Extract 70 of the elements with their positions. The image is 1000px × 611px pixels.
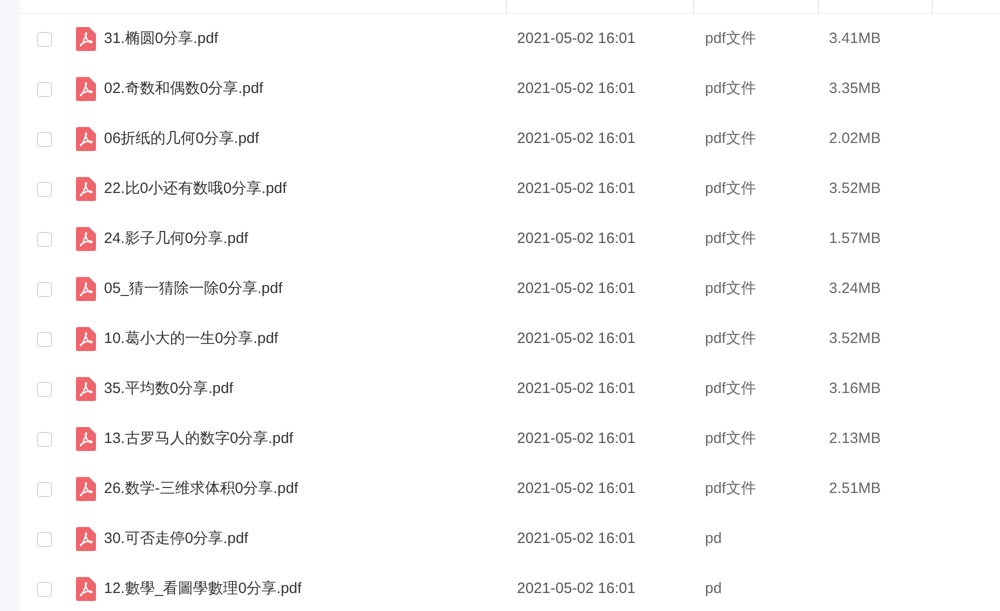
pdf-file-icon xyxy=(76,277,96,301)
modified-date: 2021-05-02 16:01 xyxy=(517,230,636,247)
file-type: pdf文件 xyxy=(705,130,756,147)
pdf-file-icon xyxy=(76,77,96,101)
pdf-file-icon xyxy=(76,377,96,401)
row-checkbox[interactable] xyxy=(36,582,52,596)
modified-date: 2021-05-02 16:01 xyxy=(517,30,636,47)
file-size: 2.51MB xyxy=(829,480,881,497)
file-name[interactable]: 26.数学-三维求体积0分享.pdf xyxy=(104,480,298,497)
row-checkbox[interactable] xyxy=(36,382,52,396)
file-name[interactable]: 05_猜一猜除一除0分享.pdf xyxy=(104,280,282,297)
file-type: pdf文件 xyxy=(705,430,756,447)
file-type: pdf文件 xyxy=(705,280,756,297)
pdf-file-icon xyxy=(76,577,96,601)
modified-date: 2021-05-02 16:01 xyxy=(517,430,636,447)
file-name[interactable]: 24.影子几何0分享.pdf xyxy=(104,230,248,247)
row-checkbox[interactable] xyxy=(36,532,52,546)
pdf-file-icon xyxy=(76,527,96,551)
file-size: 3.41MB xyxy=(829,30,881,47)
row-checkbox[interactable] xyxy=(36,82,52,96)
file-size: 3.16MB xyxy=(829,380,881,397)
file-type: pdf文件 xyxy=(705,380,756,397)
file-type: pdf文件 xyxy=(705,480,756,497)
file-name[interactable]: 22.比0小还有数哦0分享.pdf xyxy=(104,180,287,197)
file-name[interactable]: 02.奇数和偶数0分享.pdf xyxy=(104,80,264,97)
modified-date: 2021-05-02 16:01 xyxy=(517,280,636,297)
file-type: pdf文件 xyxy=(705,30,756,47)
row-checkbox[interactable] xyxy=(36,132,52,146)
file-type: pdf文件 xyxy=(705,180,756,197)
file-name[interactable]: 13.古罗马人的数字0分享.pdf xyxy=(104,430,294,447)
file-type: pd xyxy=(705,530,722,547)
pdf-file-icon xyxy=(76,427,96,451)
modified-date: 2021-05-02 16:01 xyxy=(517,80,636,97)
file-name[interactable]: 12.數學_看圖學數理0分享.pdf xyxy=(104,580,302,597)
row-checkbox[interactable] xyxy=(36,232,52,246)
file-type: pdf文件 xyxy=(705,230,756,247)
modified-date: 2021-05-02 16:01 xyxy=(517,530,636,547)
file-type: pdf文件 xyxy=(705,330,756,347)
file-name[interactable]: 30.可否走停0分享.pdf xyxy=(104,530,248,547)
file-size: 2.13MB xyxy=(829,430,881,447)
modified-date: 2021-05-02 16:01 xyxy=(517,480,636,497)
file-size: 3.52MB xyxy=(829,180,881,197)
file-size: 3.35MB xyxy=(829,80,881,97)
modified-date: 2021-05-02 16:01 xyxy=(517,330,636,347)
row-checkbox[interactable] xyxy=(36,432,52,446)
file-size: 1.57MB xyxy=(829,230,881,247)
file-size: 2.02MB xyxy=(829,130,881,147)
file-type: pdf文件 xyxy=(705,80,756,97)
pdf-file-icon xyxy=(76,227,96,251)
row-checkbox[interactable] xyxy=(36,332,52,346)
row-checkbox[interactable] xyxy=(36,182,52,196)
row-checkbox[interactable] xyxy=(36,482,52,496)
file-size: 3.24MB xyxy=(829,280,881,297)
file-type: pd xyxy=(705,580,722,597)
pdf-file-icon xyxy=(76,477,96,501)
modified-date: 2021-05-02 16:01 xyxy=(517,380,636,397)
modified-date: 2021-05-02 16:01 xyxy=(517,130,636,147)
pdf-file-icon xyxy=(76,27,96,51)
pdf-file-icon xyxy=(76,127,96,151)
modified-date: 2021-05-02 16:01 xyxy=(517,580,636,597)
pdf-file-icon xyxy=(76,177,96,201)
row-checkbox[interactable] xyxy=(36,282,52,296)
row-checkbox[interactable] xyxy=(36,32,52,46)
file-name[interactable]: 31.椭圆0分享.pdf xyxy=(104,30,218,47)
file-name[interactable]: 10.葛小大的一生0分享.pdf xyxy=(104,330,278,347)
file-size: 3.52MB xyxy=(829,330,881,347)
modified-date: 2021-05-02 16:01 xyxy=(517,180,636,197)
file-name[interactable]: 06折纸的几何0分享.pdf xyxy=(104,130,260,147)
file-name[interactable]: 35.平均数0分享.pdf xyxy=(104,380,234,397)
pdf-file-icon xyxy=(76,327,96,351)
